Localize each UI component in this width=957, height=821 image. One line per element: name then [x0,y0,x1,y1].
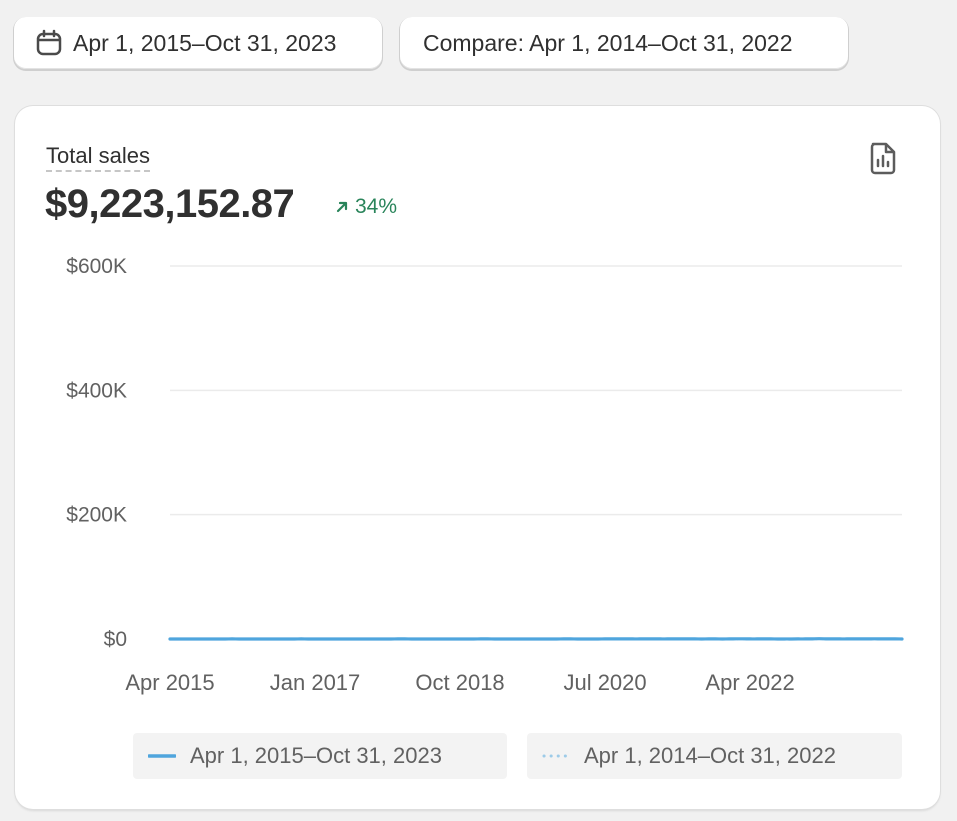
y-tick-label: $600K [66,255,127,278]
x-tick-label: Jul 2020 [563,670,646,695]
compare-range-label: Compare: Apr 1, 2014–Oct 31, 2022 [423,29,793,56]
legend-swatch-dotted [542,754,570,758]
date-range-label: Apr 1, 2015–Oct 31, 2023 [73,29,337,56]
legend-label-comparison: Apr 1, 2014–Oct 31, 2022 [584,743,836,768]
x-tick-label: Apr 2015 [125,670,214,695]
calendar-icon [35,29,63,57]
compare-range-button[interactable]: Compare: Apr 1, 2014–Oct 31, 2022 [400,17,848,69]
y-tick-label: $400K [66,379,127,402]
date-range-button[interactable]: Apr 1, 2015–Oct 31, 2023 [14,17,382,69]
y-tick-label: $200K [66,504,127,527]
x-tick-label: Jan 2017 [270,670,361,695]
x-tick-label: Apr 2022 [705,670,794,695]
x-tick-label: Oct 2018 [415,670,504,695]
legend-swatch-solid [148,754,176,758]
legend-label-current: Apr 1, 2015–Oct 31, 2023 [190,743,442,768]
y-tick-label: $0 [104,628,127,651]
legend-item-current-period[interactable]: Apr 1, 2015–Oct 31, 2023 [133,733,507,779]
sales-line-chart: $0 $200K $400K $600K Apr 2015 Jan 2017 Oct 201… [66,255,904,695]
legend-item-comparison-period[interactable]: Apr 1, 2014–Oct 31, 2022 [527,733,902,779]
total-sales-card: Total sales $9,223,152.87 34% $0 $200K $40… [15,106,940,809]
